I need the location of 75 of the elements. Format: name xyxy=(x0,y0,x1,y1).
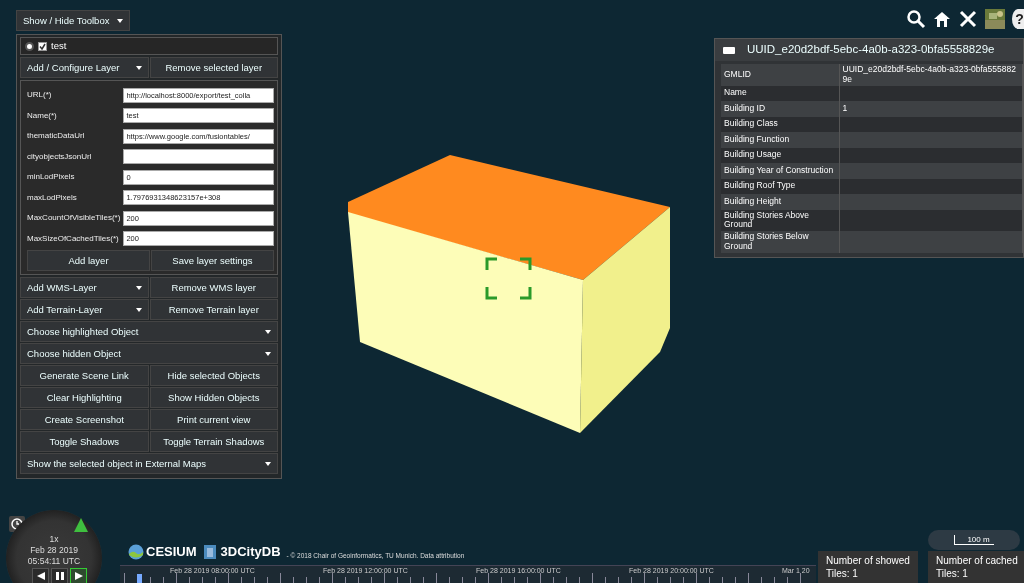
dropdown-button[interactable]: Show the selected object in External Maps xyxy=(20,453,278,474)
attribute-name: Building ID xyxy=(721,101,839,117)
attribute-name: GMLID xyxy=(721,64,839,86)
field-label: minLodPixels xyxy=(27,171,76,184)
field-label: Name(*) xyxy=(27,109,58,122)
imagery-thumbnail-icon[interactable] xyxy=(984,8,1006,30)
logo-text: CESIUM xyxy=(146,543,197,561)
tile-count-panel: Number of showed Tiles: 1 xyxy=(818,551,918,583)
caret-icon xyxy=(265,351,271,356)
dropdown-button[interactable]: Choose highlighted Object xyxy=(20,321,278,342)
speed-knob-icon[interactable] xyxy=(74,518,88,532)
check-icon xyxy=(39,42,46,50)
text-field[interactable] xyxy=(123,149,274,165)
caret-icon xyxy=(135,65,142,70)
caret-icon xyxy=(135,285,142,290)
cesium-logo-icon[interactable] xyxy=(128,543,144,560)
action-button[interactable]: Remove WMS layer xyxy=(149,277,278,298)
action-button[interactable]: Toggle Terrain Shadows xyxy=(149,431,278,452)
action-button[interactable]: Create Screenshot xyxy=(20,409,149,430)
camera-icon[interactable] xyxy=(723,46,735,54)
tile-count-panel: Number of cached Tiles: 1 xyxy=(928,551,1024,583)
action-button[interactable]: Print current view xyxy=(149,409,278,430)
attribute-value: UUID_e20d2bdf-5ebc-4a0b-a323-0bfa5558829e xyxy=(839,64,1023,86)
scale-label: 100 m xyxy=(954,535,994,545)
selection-frame-icon xyxy=(485,257,532,300)
field-label: URL(*) xyxy=(27,89,53,102)
pause-icon xyxy=(54,571,65,581)
reverse-icon xyxy=(35,571,46,581)
field-label: thematicDataUrl xyxy=(27,130,86,143)
reverse-button[interactable] xyxy=(32,568,49,583)
attribute-name: Building Height xyxy=(721,194,839,210)
action-button[interactable]: Clear Highlighting xyxy=(20,387,149,408)
action-button[interactable]: Remove selected layer xyxy=(149,57,278,78)
layer-checkbox[interactable] xyxy=(38,41,47,51)
logo-text: 3DCityDB xyxy=(220,543,281,561)
info-panel-title: UUID_e20d2bdf-5ebc-4a0b-a323-0bfa5558829e xyxy=(747,42,995,58)
attribute-name: Building Stories Above Ground xyxy=(721,209,839,232)
caret-icon xyxy=(265,461,271,466)
field-label: maxLodPixels xyxy=(27,191,78,204)
toolbox-toggle-button[interactable]: Show / Hide Toolbox xyxy=(16,10,130,31)
search-icon[interactable] xyxy=(906,9,926,29)
pause-button[interactable] xyxy=(51,568,68,583)
action-button[interactable]: Save layer settings xyxy=(151,250,274,271)
layer-radio[interactable] xyxy=(25,41,34,51)
citydb-logo-icon[interactable] xyxy=(202,543,219,560)
dropdown-button[interactable]: Add Terrain-Layer xyxy=(20,299,149,320)
dropdown-button[interactable]: Add / Configure Layer xyxy=(20,57,149,78)
action-button[interactable]: Generate Scene Link xyxy=(20,365,149,386)
time-label: 05:54:11 UTC xyxy=(26,556,82,567)
layer-name: test xyxy=(51,38,67,53)
caret-icon xyxy=(117,18,123,23)
attribute-name: Building Year of Construction xyxy=(721,163,839,179)
attribute-name: Building Function xyxy=(721,132,839,148)
action-button[interactable]: Hide selected Objects xyxy=(149,365,278,386)
caret-icon xyxy=(265,329,271,334)
crossed-arrows-icon[interactable] xyxy=(958,9,978,29)
attribute-name: Building Stories Below Ground xyxy=(721,231,839,253)
dropdown-button[interactable]: Choose hidden Object xyxy=(20,343,278,364)
play-button[interactable] xyxy=(70,568,87,583)
play-icon xyxy=(73,571,84,581)
speed-label: 1x xyxy=(48,534,60,545)
field-label: MaxSizeOfCachedTiles(*) xyxy=(27,232,120,245)
caret-icon xyxy=(135,307,142,312)
help-button[interactable]: ? xyxy=(1012,9,1024,29)
field-label: MaxCountOfVisibleTiles(*) xyxy=(27,212,122,225)
action-button[interactable]: Toggle Shadows xyxy=(20,431,149,452)
date-label: Feb 28 2019 xyxy=(29,545,79,556)
action-button[interactable]: Add layer xyxy=(27,250,150,271)
action-button[interactable]: Remove Terrain layer xyxy=(149,299,278,320)
home-icon[interactable] xyxy=(932,9,952,29)
layer-row[interactable]: test xyxy=(20,37,278,55)
attribute-value: 1 xyxy=(839,101,1023,117)
action-button[interactable]: Show Hidden Objects xyxy=(149,387,278,408)
dropdown-button[interactable]: Add WMS-Layer xyxy=(20,277,149,298)
field-label: cityobjectsJsonUrl xyxy=(27,150,93,163)
